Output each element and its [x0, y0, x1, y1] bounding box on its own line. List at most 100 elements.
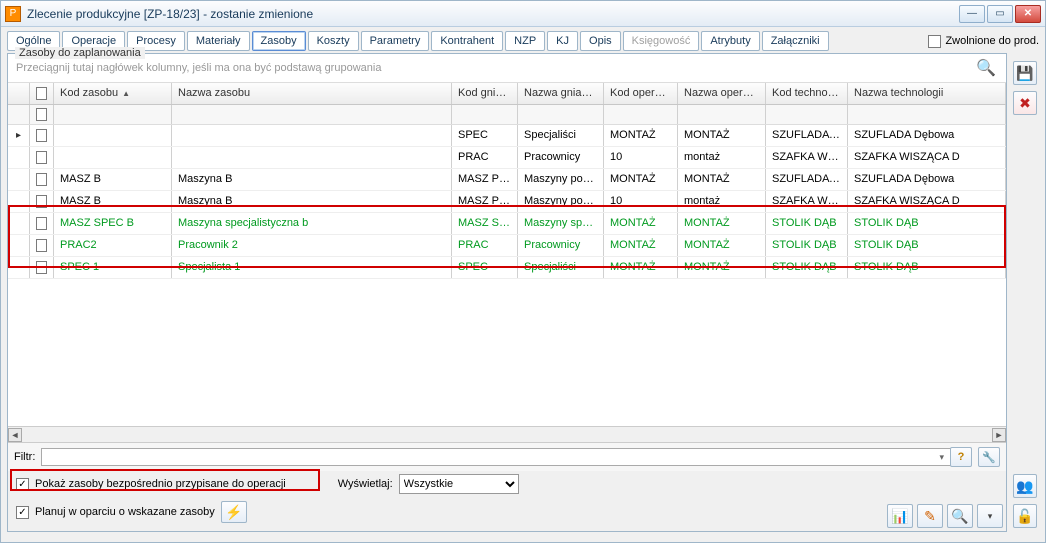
- filter-kodop[interactable]: [604, 105, 678, 124]
- cell-kodop: 10: [604, 191, 678, 212]
- released-label: Zwolnione do prod.: [945, 35, 1039, 47]
- row-check[interactable]: [30, 235, 54, 256]
- save-button[interactable]: 💾: [1013, 61, 1037, 85]
- cell-nazop: montaż: [678, 191, 766, 212]
- filter-check[interactable]: [36, 108, 47, 121]
- search-icon[interactable]: 🔍: [976, 58, 996, 78]
- table-row[interactable]: MASZ BMaszyna BMASZ PODMaszyny pod...MON…: [8, 169, 1006, 191]
- lock-button[interactable]: 🔓: [1013, 504, 1037, 528]
- cell-nazwa: Maszyna B: [172, 169, 452, 190]
- cell-naztech: STOLIK DĄB: [848, 235, 1006, 256]
- cell-kod: SPEC 1: [54, 257, 172, 278]
- plan-execute-button[interactable]: ⚡: [221, 501, 247, 523]
- scroll-right-arrow[interactable]: ►: [992, 428, 1006, 442]
- row-check[interactable]: [30, 257, 54, 278]
- filter-kodgn[interactable]: [452, 105, 518, 124]
- cell-kodtech: SZAFKA WIS...: [766, 191, 848, 212]
- row-check[interactable]: [30, 213, 54, 234]
- cancel-button[interactable]: ✖: [1013, 91, 1037, 115]
- display-select[interactable]: Wszystkie: [399, 474, 519, 494]
- filter-nazwa[interactable]: [172, 105, 452, 124]
- filter-kodtech[interactable]: [766, 105, 848, 124]
- tab-opis[interactable]: Opis: [580, 31, 621, 51]
- cell-kodgn: PRAC: [452, 235, 518, 256]
- find-button[interactable]: 🔍: [947, 504, 973, 528]
- tab-zasoby[interactable]: Zasoby: [252, 31, 306, 51]
- cell-nazgn: Pracownicy: [518, 235, 604, 256]
- tab-atrybuty[interactable]: Atrybuty: [701, 31, 759, 51]
- minimize-button[interactable]: —: [959, 5, 985, 23]
- row-check[interactable]: [30, 191, 54, 212]
- filter-nazop[interactable]: [678, 105, 766, 124]
- tab-materiały[interactable]: Materiały: [187, 31, 250, 51]
- cell-nazop: MONTAŻ: [678, 169, 766, 190]
- options-row-1: Pokaż zasoby bezpośrednio przypisane do …: [8, 471, 1006, 497]
- horizontal-scrollbar[interactable]: ◄ ►: [8, 426, 1006, 442]
- filter-label: Filtr:: [14, 451, 35, 463]
- row-indicator: ▸: [8, 125, 30, 146]
- cell-naztech: SZUFLADA Dębowa: [848, 169, 1006, 190]
- maximize-button[interactable]: ▭: [987, 5, 1013, 23]
- options-row-2: Planuj w oparciu o wskazane zasoby ⚡: [8, 497, 1006, 531]
- cell-nazgn: Specjaliści: [518, 257, 604, 278]
- released-checkbox[interactable]: [928, 35, 941, 48]
- filter-nazgn[interactable]: [518, 105, 604, 124]
- tab-koszty[interactable]: Koszty: [308, 31, 359, 51]
- tab-nzp[interactable]: NZP: [505, 31, 545, 51]
- plan-checkbox[interactable]: [16, 506, 29, 519]
- scroll-left-arrow[interactable]: ◄: [8, 428, 22, 442]
- col-nazop-header[interactable]: Nazwa operacji: [678, 83, 766, 104]
- cell-kod: [54, 147, 172, 168]
- tab-załączniki[interactable]: Załączniki: [762, 31, 829, 51]
- row-check[interactable]: [30, 125, 54, 146]
- tab-kj[interactable]: KJ: [547, 31, 578, 51]
- cell-nazwa: Pracownik 2: [172, 235, 452, 256]
- col-naztech-header[interactable]: Nazwa technologii: [848, 83, 1006, 104]
- people-button[interactable]: 👥: [1013, 474, 1037, 498]
- filter-settings-button[interactable]: 🔧: [978, 447, 1000, 467]
- row-check[interactable]: [30, 147, 54, 168]
- show-resources-checkbox[interactable]: [16, 478, 29, 491]
- cell-kod: MASZ B: [54, 191, 172, 212]
- cell-naztech: SZAFKA WISZĄCA D: [848, 147, 1006, 168]
- col-nazgn-header[interactable]: Nazwa gniazda: [518, 83, 604, 104]
- window-title: Zlecenie produkcyjne [ZP-18/23] - zostan…: [27, 7, 959, 21]
- table-row[interactable]: PRAC2Pracownik 2PRACPracownicyMONTAŻMONT…: [8, 235, 1006, 257]
- cell-kod: MASZ B: [54, 169, 172, 190]
- table-row[interactable]: PRACPracownicy10montażSZAFKA WIS...SZAFK…: [8, 147, 1006, 169]
- tab-kontrahent[interactable]: Kontrahent: [431, 31, 503, 51]
- col-kodop-header[interactable]: Kod operacji: [604, 83, 678, 104]
- bottom-side-buttons: 👥 🔓: [1013, 474, 1037, 528]
- cell-kodop: MONTAŻ: [604, 235, 678, 256]
- cell-kodop: MONTAŻ: [604, 125, 678, 146]
- col-check-header[interactable]: [30, 83, 54, 104]
- side-buttons: 💾 ✖: [1013, 61, 1037, 115]
- cell-kodgn: MASZ POD: [452, 191, 518, 212]
- col-kodtech-header[interactable]: Kod technologii: [766, 83, 848, 104]
- col-selector: [8, 83, 30, 104]
- edit-button[interactable]: ✎: [917, 504, 943, 528]
- table-row[interactable]: MASZ BMaszyna BMASZ PODMaszyny pod...10m…: [8, 191, 1006, 213]
- table-row[interactable]: MASZ SPEC BMaszyna specjalistyczna bMASZ…: [8, 213, 1006, 235]
- dropdown-button[interactable]: ▾: [977, 504, 1003, 528]
- app-window: P Zlecenie produkcyjne [ZP-18/23] - zost…: [0, 0, 1046, 543]
- col-kod-header[interactable]: Kod zasobu▲: [54, 83, 172, 104]
- tab-parametry[interactable]: Parametry: [361, 31, 430, 51]
- group-hint-text: Przeciągnij tutaj nagłówek kolumny, jeśl…: [16, 62, 381, 74]
- group-hint-bar[interactable]: Przeciągnij tutaj nagłówek kolumny, jeśl…: [8, 54, 1006, 83]
- close-button[interactable]: ✕: [1015, 5, 1041, 23]
- filter-kod[interactable]: [54, 105, 172, 124]
- titlebar: P Zlecenie produkcyjne [ZP-18/23] - zost…: [1, 1, 1045, 27]
- chart-button[interactable]: 📊: [887, 504, 913, 528]
- row-check[interactable]: [30, 169, 54, 190]
- col-kodgn-header[interactable]: Kod gniazda: [452, 83, 518, 104]
- table-row[interactable]: ▸SPECSpecjaliściMONTAŻMONTAŻSZUFLADA D..…: [8, 125, 1006, 147]
- cell-kodtech: STOLIK DĄB: [766, 213, 848, 234]
- col-nazwa-header[interactable]: Nazwa zasobu: [172, 83, 452, 104]
- filter-help-button[interactable]: ?: [950, 447, 972, 467]
- filter-input[interactable]: [41, 448, 955, 466]
- table-row[interactable]: SPEC 1Specjalista 1SPECSpecjaliściMONTAŻ…: [8, 257, 1006, 279]
- filter-naztech[interactable]: [848, 105, 1006, 124]
- row-indicator: [8, 235, 30, 256]
- cell-kodop: MONTAŻ: [604, 169, 678, 190]
